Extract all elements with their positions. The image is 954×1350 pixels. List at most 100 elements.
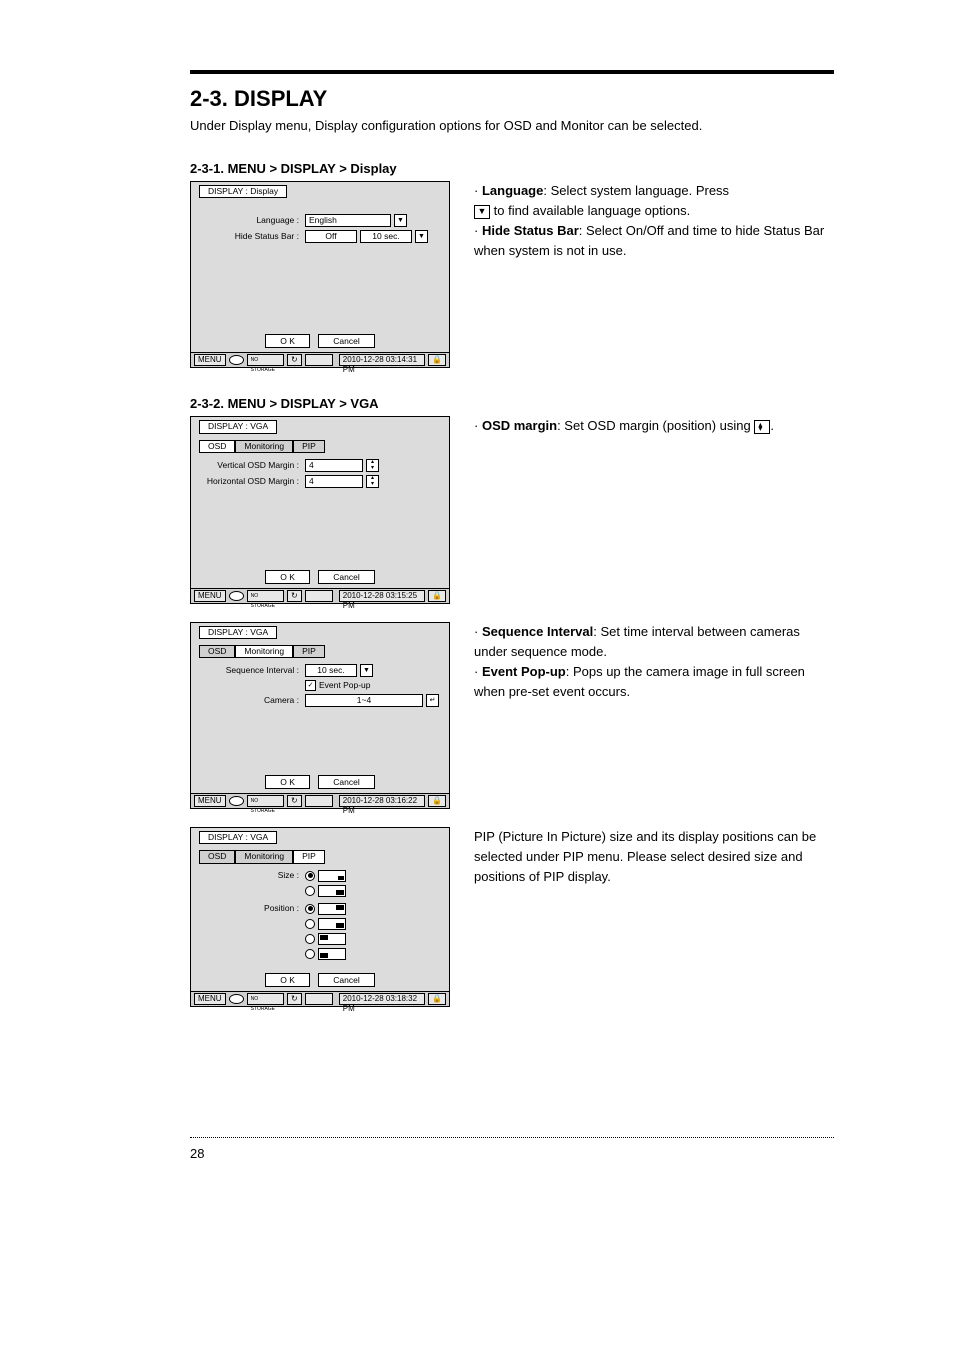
hide-statusbar-label: Hide Status Bar : (199, 232, 302, 241)
camera-icon (229, 355, 244, 365)
language-desc: Language: Select system language. Press (474, 181, 834, 201)
no-storage-badge: NO STORAGE (247, 795, 284, 807)
spinner-icon[interactable]: ▴▾ (366, 475, 379, 488)
hide-statusbar-desc: Hide Status Bar: Select On/Off and time … (474, 221, 834, 261)
subsection-title: 2-3-2. MENU > DISPLAY > VGA (190, 396, 834, 411)
hmargin-label: Horizontal OSD Margin : (199, 477, 302, 486)
camera-icon (229, 796, 244, 806)
spinner-icon (754, 420, 770, 434)
lock-icon: 🔒 (428, 993, 446, 1005)
status-blank (305, 795, 333, 807)
cancel-button[interactable]: Cancel (318, 570, 374, 584)
menu-button[interactable]: MENU (194, 795, 226, 807)
tab-pip[interactable]: PIP (293, 850, 325, 863)
timestamp: 2010-12-28 03:18:32 PM (339, 993, 425, 1005)
dropdown-icon[interactable]: ▼ (415, 230, 428, 243)
refresh-icon: ↻ (287, 993, 302, 1005)
hide-time-field[interactable]: 10 sec. (360, 230, 412, 243)
status-blank (305, 354, 333, 366)
size-label: Size : (199, 871, 302, 880)
dropdown-icon[interactable]: ▼ (360, 664, 373, 677)
sequence-field[interactable]: 10 sec. (305, 664, 357, 677)
vga-pip-panel: DISPLAY : VGA OSD Monitoring PIP Size : (190, 827, 450, 1007)
ok-button[interactable]: O K (265, 973, 310, 987)
tab-osd[interactable]: OSD (199, 645, 235, 658)
ok-button[interactable]: O K (265, 334, 310, 348)
lock-icon: 🔒 (428, 354, 446, 366)
vmargin-field[interactable]: 4 (305, 459, 363, 472)
subsection-title: 2-3-1. MENU > DISPLAY > Display (190, 161, 834, 176)
status-blank (305, 993, 333, 1005)
osd-margin-desc: OSD margin: Set OSD margin (position) us… (474, 416, 834, 436)
pos-option-br (318, 918, 346, 930)
vga-monitoring-panel: DISPLAY : VGA OSD Monitoring PIP Sequenc… (190, 622, 450, 809)
no-storage-badge: NO STORAGE (247, 993, 284, 1005)
refresh-icon: ↻ (287, 590, 302, 602)
pos-option-bl (318, 948, 346, 960)
refresh-icon: ↻ (287, 795, 302, 807)
size-option-small (318, 870, 346, 882)
sequence-desc: Sequence Interval: Set time interval bet… (474, 622, 834, 662)
hmargin-field[interactable]: 4 (305, 475, 363, 488)
cancel-button[interactable]: Cancel (318, 334, 374, 348)
timestamp: 2010-12-28 03:16:22 PM (339, 795, 425, 807)
pos-option-tl (318, 933, 346, 945)
position-label: Position : (199, 904, 302, 913)
camera-field[interactable]: 1~4 (305, 694, 423, 707)
dropdown-icon: ▼ (474, 205, 490, 219)
tab-pip[interactable]: PIP (293, 645, 325, 658)
panel-title: DISPLAY : VGA (199, 831, 277, 844)
event-popup-desc: Event Pop-up: Pops up the camera image i… (474, 662, 834, 702)
size-option-large (318, 885, 346, 897)
no-storage-badge: NO STORAGE (247, 590, 284, 602)
ok-button[interactable]: O K (265, 570, 310, 584)
hide-off-field[interactable]: Off (305, 230, 357, 243)
language-label: Language : (199, 216, 302, 225)
lock-icon: 🔒 (428, 590, 446, 602)
lock-icon: 🔒 (428, 795, 446, 807)
refresh-icon: ↻ (287, 354, 302, 366)
ok-button[interactable]: O K (265, 775, 310, 789)
panel-title: DISPLAY : VGA (199, 420, 277, 433)
tab-monitoring[interactable]: Monitoring (235, 850, 293, 863)
page-number: 28 (190, 1146, 834, 1161)
pos-radio-2[interactable] (305, 919, 315, 929)
intro-text: Under Display menu, Display configuratio… (190, 118, 834, 133)
spinner-icon[interactable]: ▴▾ (366, 459, 379, 472)
cancel-button[interactable]: Cancel (318, 775, 374, 789)
display-panel: DISPLAY : Display Language : English ▼ H… (190, 181, 450, 368)
event-popup-checkbox[interactable]: ✓ (305, 680, 316, 691)
no-storage-badge: NO STORAGE (247, 354, 284, 366)
pip-desc: PIP (Picture In Picture) size and its di… (474, 827, 834, 887)
menu-button[interactable]: MENU (194, 590, 226, 602)
status-blank (305, 590, 333, 602)
pos-radio-3[interactable] (305, 934, 315, 944)
language-desc-line2: ▼ to find available language options. (474, 201, 834, 221)
panel-title: DISPLAY : VGA (199, 626, 277, 639)
tab-osd[interactable]: OSD (199, 440, 235, 453)
section-heading: 2-3. DISPLAY (190, 86, 834, 112)
timestamp: 2010-12-28 03:15:25 PM (339, 590, 425, 602)
sequence-label: Sequence Interval : (199, 666, 302, 675)
panel-title: DISPLAY : Display (199, 185, 287, 198)
camera-icon (229, 591, 244, 601)
vga-osd-panel: DISPLAY : VGA OSD Monitoring PIP Vertica… (190, 416, 450, 603)
menu-button[interactable]: MENU (194, 993, 226, 1005)
size-radio-1[interactable] (305, 871, 315, 881)
cancel-button[interactable]: Cancel (318, 973, 374, 987)
pos-option-tr (318, 903, 346, 915)
menu-button[interactable]: MENU (194, 354, 226, 366)
language-field[interactable]: English (305, 214, 391, 227)
tab-osd[interactable]: OSD (199, 850, 235, 863)
pos-radio-4[interactable] (305, 949, 315, 959)
dropdown-icon[interactable]: ▼ (394, 214, 407, 227)
pos-radio-1[interactable] (305, 904, 315, 914)
vmargin-label: Vertical OSD Margin : (199, 461, 302, 470)
event-popup-label: Event Pop-up (319, 681, 371, 690)
tab-monitoring[interactable]: Monitoring (235, 645, 293, 658)
camera-label: Camera : (199, 696, 302, 705)
enter-icon[interactable]: ↵ (426, 694, 439, 707)
size-radio-2[interactable] (305, 886, 315, 896)
tab-pip[interactable]: PIP (293, 440, 325, 453)
tab-monitoring[interactable]: Monitoring (235, 440, 293, 453)
